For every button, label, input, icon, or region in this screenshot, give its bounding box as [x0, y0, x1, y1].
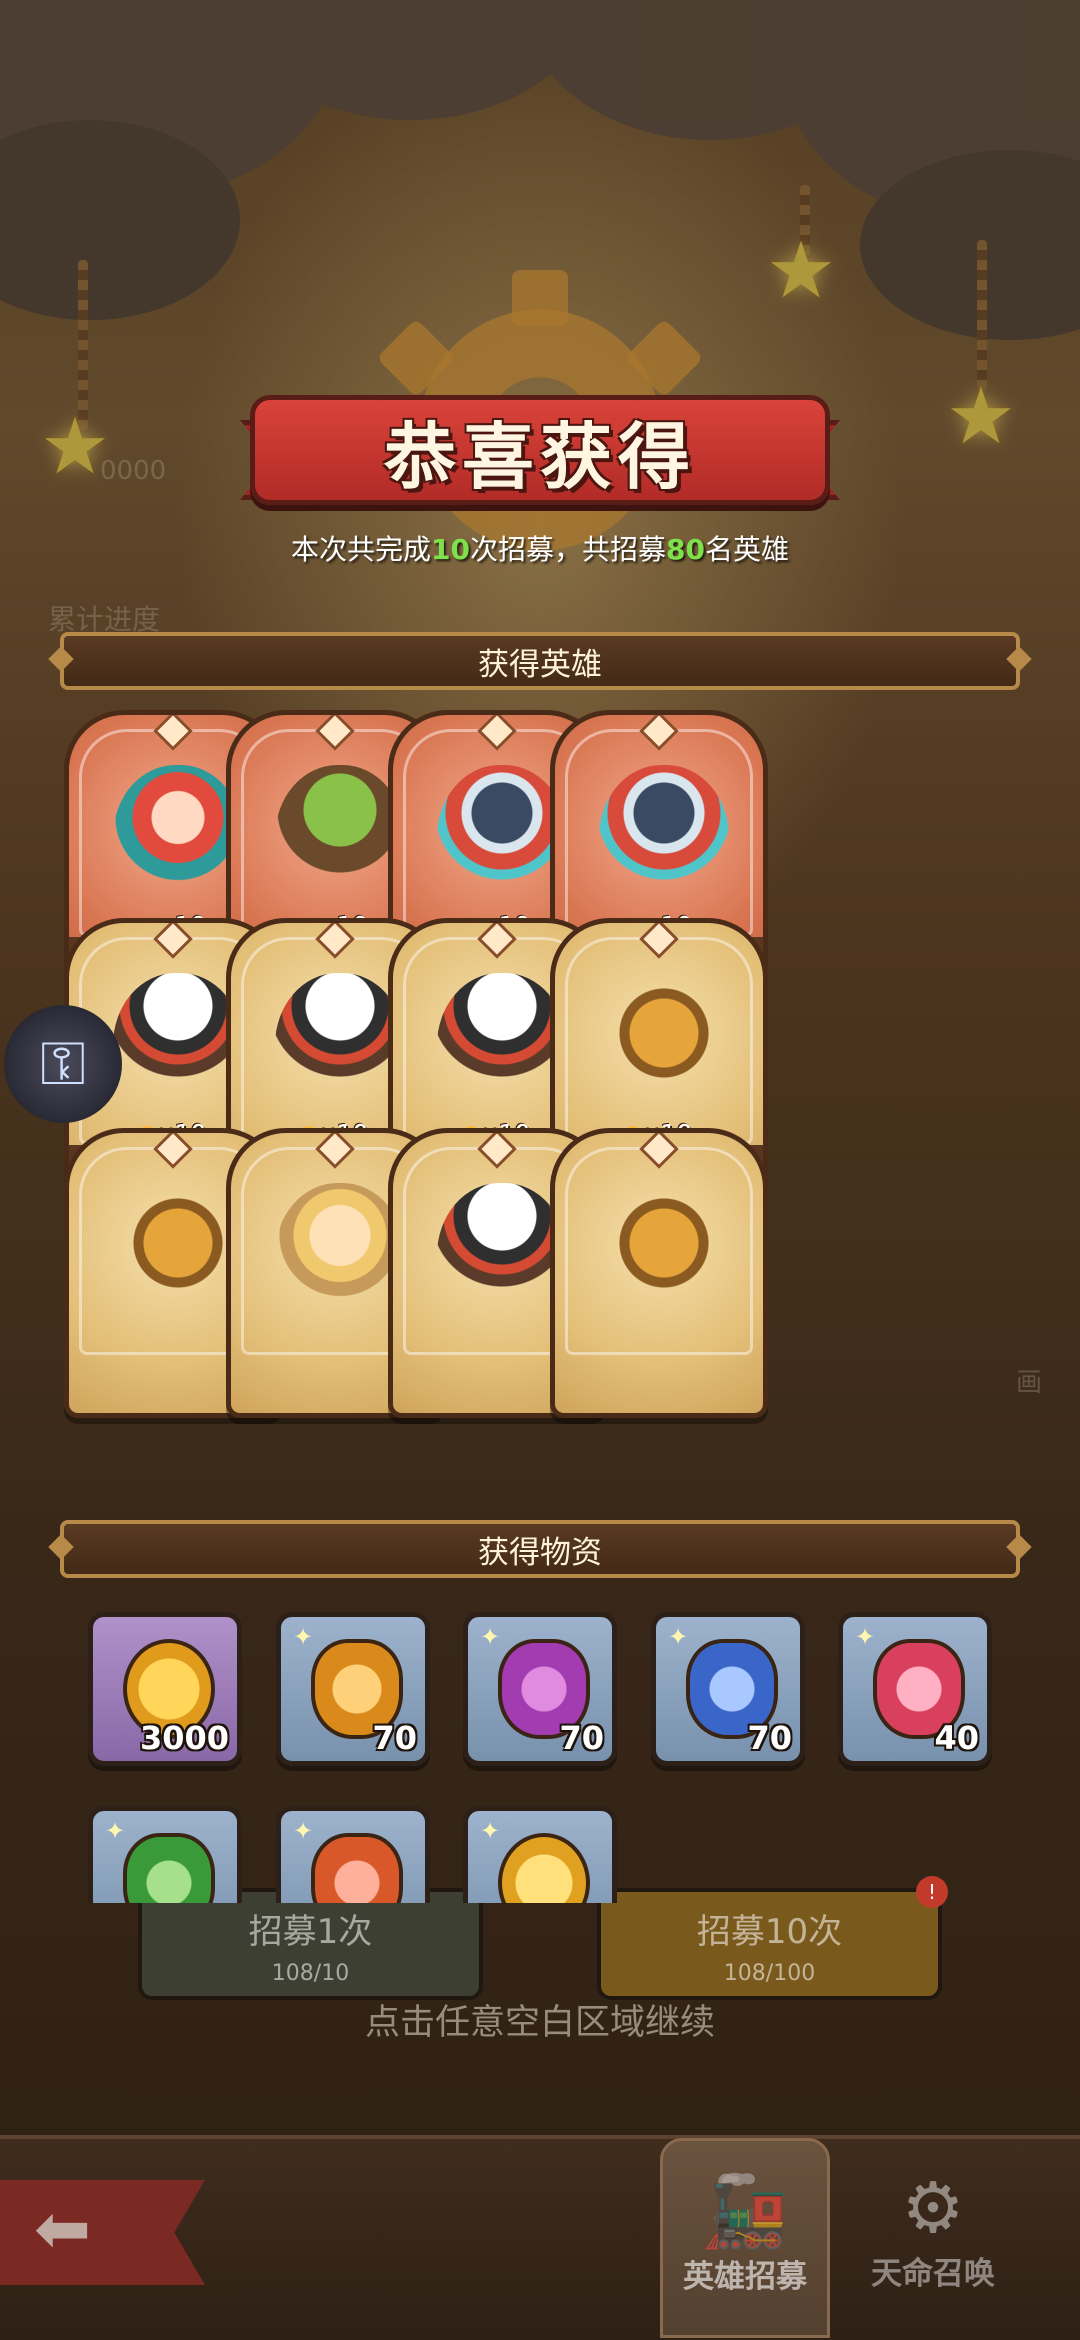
material-count: 3000 [139, 1719, 229, 1757]
hero-portrait-viking [599, 765, 729, 915]
heroes-section-label: 获得英雄 [478, 646, 602, 683]
material-item[interactable]: ✦ 70 [651, 1612, 805, 1766]
material-item[interactable]: ✦ 70 [276, 1612, 430, 1766]
hero-portrait-girl [275, 1183, 405, 1333]
greengem-icon [123, 1833, 215, 1903]
materials-grid[interactable]: 3000 ✦ 70 ✦ 70 ✦ 70 ✦ 40 ✦ ✦ ✦ [0, 1600, 1080, 1903]
hero-card[interactable] [550, 1128, 768, 1418]
material-count: 70 [747, 1719, 792, 1757]
gear-tooth [512, 270, 568, 326]
stage: { "title": "恭喜获得", "summary": { "prefix"… [0, 0, 1080, 2340]
tab-fate-summon-label: 天命召唤 [871, 2256, 995, 2292]
material-count: 40 [934, 1719, 979, 1757]
sparkle-icon: ✦ [293, 1623, 314, 1651]
hero-portrait-cowboy [275, 973, 405, 1123]
material-item[interactable]: 3000 [88, 1612, 242, 1766]
sparkle-icon: ✦ [480, 1623, 501, 1651]
tab-hero-recruit-label: 英雄招募 [683, 2259, 807, 2295]
hero-grid[interactable]: x1030/306x1030/308x1040/309x1040/309x109… [40, 700, 1040, 1472]
sparkle-icon: ✦ [105, 1817, 126, 1845]
material-item[interactable]: ✦ [88, 1806, 242, 1903]
title-banner: 恭喜获得 [250, 395, 830, 505]
hero-portrait-golem [275, 765, 405, 915]
sparkle-icon: ✦ [293, 1817, 314, 1845]
recruit-once-button[interactable]: 招募1次 108/10 [138, 1888, 483, 2000]
page-title: 恭喜获得 [383, 414, 696, 499]
hero-portrait-witch [113, 765, 243, 915]
hero-portrait-cowboy [437, 973, 567, 1123]
material-item[interactable]: ✦ 40 [838, 1612, 992, 1766]
recruit-summary: 本次共完成10次招募，共招募80名英雄 [0, 528, 1080, 568]
hero-portrait-cowboy [113, 973, 243, 1123]
tab-hero-recruit[interactable]: 🚂 英雄招募 [660, 2138, 830, 2338]
recruit-once-label: 招募1次 [248, 1912, 373, 1952]
sparkle-icon: ✦ [668, 1623, 689, 1651]
hero-portrait-dino [113, 1183, 243, 1333]
recruit-ten-button[interactable]: 招募10次 108/100 ! [597, 1876, 948, 2000]
goldclub-icon [498, 1833, 590, 1903]
summary-suffix: 名英雄 [704, 533, 789, 566]
recruit-once-cost: 108/10 [271, 1961, 350, 1986]
key-button[interactable]: ⚿ [4, 1005, 122, 1123]
train-icon: 🚂 [701, 2170, 789, 2252]
tab-fate-summon[interactable]: ⚙ 天命召唤 [848, 2138, 1018, 2338]
orangegem-icon [311, 1833, 403, 1903]
sparkle-icon: ✦ [480, 1817, 501, 1845]
recruit-ten-label: 招募10次 [696, 1912, 843, 1952]
heroes-section-header: 获得英雄 [60, 632, 1020, 690]
materials-section-header: 获得物资 [60, 1520, 1020, 1578]
back-button[interactable]: ⬅ [0, 2180, 205, 2285]
hero-portrait-dino [599, 1183, 729, 1333]
summary-recruit-count: 10 [431, 533, 470, 566]
key-icon: ⚿ [40, 1029, 86, 1099]
material-item[interactable]: ✦ [463, 1806, 617, 1903]
hero-portrait-dino [599, 973, 729, 1123]
materials-section-label: 获得物资 [478, 1534, 602, 1571]
continue-hint[interactable]: 点击任意空白区域继续 [0, 1994, 1080, 2045]
summary-prefix: 本次共完成 [291, 533, 432, 566]
hero-portrait-cowboy [437, 1183, 567, 1333]
material-item[interactable]: ✦ [276, 1806, 430, 1903]
material-item[interactable]: ✦ 70 [463, 1612, 617, 1766]
back-arrow-icon: ⬅ [34, 2190, 91, 2269]
sparkle-icon: ✦ [855, 1623, 876, 1651]
material-count: 70 [372, 1719, 417, 1757]
hero-portrait-viking [437, 765, 567, 915]
wheel-icon: ⚙ [901, 2167, 965, 2249]
summary-hero-count: 80 [666, 533, 705, 566]
material-count: 70 [559, 1719, 604, 1757]
recruit-ten-cost: 108/100 [723, 1961, 816, 1986]
summary-middle: 次招募，共招募 [469, 533, 666, 566]
